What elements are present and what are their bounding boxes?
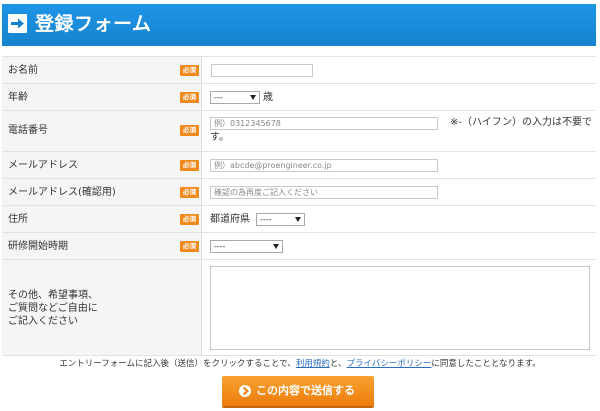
other-textarea[interactable] <box>210 266 590 350</box>
address-label: 住所 <box>8 214 28 225</box>
age-unit: 歳 <box>263 92 273 103</box>
age-select[interactable]: --- <box>210 91 260 104</box>
registration-form: お名前 必須 年齢 必須 --- 歳 電話番号 必須 例）0312345678 … <box>2 56 596 356</box>
arrow-right-icon <box>8 14 27 33</box>
other-label-line3: ご記入ください <box>8 316 78 327</box>
page-title: 登録フォーム <box>35 13 152 35</box>
required-badge: 必須 <box>180 241 199 252</box>
agreement-text: エントリーフォームに記入後（送信）をクリックすることで、利用規約と、プライバシー… <box>59 359 541 369</box>
privacy-policy-link[interactable]: プライバシーポリシー <box>347 359 432 369</box>
row-age: 年齢 必須 --- 歳 <box>2 84 596 111</box>
row-email: メールアドレス 必須 例）abcde@proengineer.co.jp <box>2 152 596 179</box>
required-badge: 必須 <box>180 187 199 198</box>
start-period-label: 研修開始時期 <box>8 241 68 252</box>
required-badge: 必須 <box>180 92 199 103</box>
row-name: お名前 必須 <box>2 57 596 84</box>
phone-note-line2: す。 <box>210 132 229 143</box>
chevron-right-icon <box>239 385 251 397</box>
required-badge: 必須 <box>180 214 199 225</box>
start-period-select-value: ---- <box>214 242 226 251</box>
row-address: 住所 必須 都道府県 ---- <box>2 206 596 233</box>
email-label: メールアドレス <box>8 160 78 171</box>
age-label: 年齢 <box>8 92 28 103</box>
chevron-down-icon <box>250 95 256 100</box>
chevron-down-icon <box>295 217 301 222</box>
submit-button[interactable]: この内容で送信する <box>222 376 374 406</box>
email-confirm-label: メールアドレス(確認用) <box>8 187 116 198</box>
row-other: その他、希望事項、 ご質問などご自由に ご記入ください <box>2 260 596 356</box>
name-input[interactable] <box>211 64 313 77</box>
chevron-down-icon <box>273 244 279 249</box>
age-select-value: --- <box>214 93 223 102</box>
row-start-period: 研修開始時期 必須 ---- <box>2 233 596 260</box>
row-phone: 電話番号 必須 例）0312345678 ※-（ハイフン）の入力は不要で す。 <box>2 111 596 152</box>
prefecture-select[interactable]: ---- <box>256 213 305 226</box>
required-badge: 必須 <box>180 160 199 171</box>
start-period-select[interactable]: ---- <box>210 240 283 253</box>
prefecture-select-value: ---- <box>260 215 272 224</box>
email-input[interactable]: 例）abcde@proengineer.co.jp <box>210 159 438 172</box>
form-header: 登録フォーム <box>2 4 596 46</box>
row-email-confirm: メールアドレス(確認用) 必須 確認の為再度ご記入ください <box>2 179 596 206</box>
phone-note-line1: ※-（ハイフン）の入力は不要で <box>450 117 592 128</box>
phone-label: 電話番号 <box>8 125 48 136</box>
phone-input[interactable]: 例）0312345678 <box>210 117 438 130</box>
submit-button-label: この内容で送信する <box>256 384 355 397</box>
name-label: お名前 <box>8 65 38 76</box>
required-badge: 必須 <box>180 125 199 136</box>
prefecture-label: 都道府県 <box>210 214 250 225</box>
other-label-line2: ご質問などご自由に <box>8 303 98 314</box>
terms-link[interactable]: 利用規約 <box>296 359 330 369</box>
email-confirm-input[interactable]: 確認の為再度ご記入ください <box>210 186 438 199</box>
required-badge: 必須 <box>180 65 199 76</box>
other-label-line1: その他、希望事項、 <box>8 290 98 301</box>
